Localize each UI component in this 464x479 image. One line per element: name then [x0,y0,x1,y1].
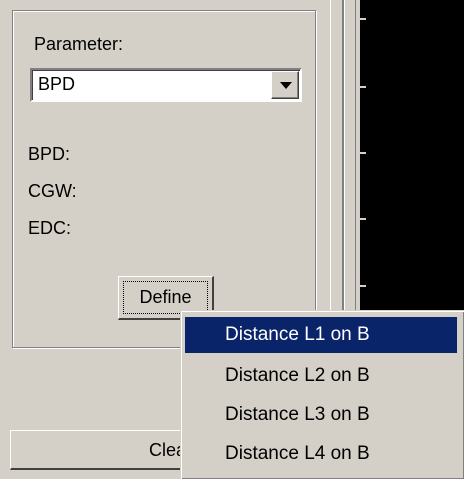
define-button-label: Define [139,287,192,307]
field-label-bpd: BPD: [28,144,71,164]
ruler-tick [360,218,366,220]
menu-item-label: Distance L4 on B [225,443,370,464]
ruler-tick [360,152,366,154]
parameter-select-value: BPD [38,74,76,94]
ruler-tick [360,18,366,20]
define-menu: Distance L1 on B Distance L2 on B Distan… [180,310,464,479]
parameter-select[interactable]: BPD [30,68,302,102]
ruler-tick [360,86,366,88]
chevron-down-icon [280,82,292,89]
ruler-tick [360,285,366,287]
field-label-edc: EDC: [28,218,72,238]
menu-item-label: Distance L1 on B [225,324,370,345]
dropdown-button[interactable] [271,71,299,99]
menu-item-label: Distance L3 on B [225,404,370,425]
menu-item-label: Distance L2 on B [225,365,370,386]
menu-item-distance-l1[interactable]: Distance L1 on B [185,317,457,353]
parameter-label: Parameter: [34,34,124,54]
field-label-cgw: CGW: [28,181,77,201]
menu-item-distance-l4[interactable]: Distance L4 on B [185,436,457,472]
menu-item-distance-l3[interactable]: Distance L3 on B [185,397,457,433]
menu-item-distance-l2[interactable]: Distance L2 on B [185,358,457,394]
